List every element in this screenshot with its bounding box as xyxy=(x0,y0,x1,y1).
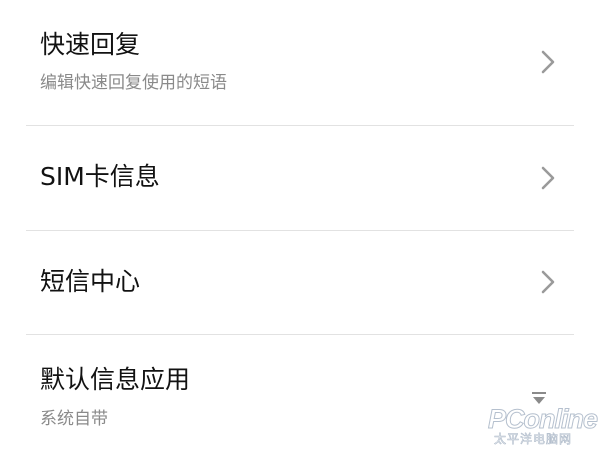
sim-info-row[interactable]: SIM卡信息 xyxy=(0,126,600,230)
pconline-watermark: PConline 太平洋电脑网 xyxy=(487,404,598,452)
chevron-right-icon xyxy=(541,50,555,74)
default-sms-app-title: 默认信息应用 xyxy=(40,365,191,394)
default-sms-app-subtitle: 系统自带 xyxy=(40,409,108,429)
sim-info-title: SIM卡信息 xyxy=(40,162,160,191)
settings-list: 快速回复 编辑快速回复使用的短语 SIM卡信息 短信中心 默认信息应用 系统自带… xyxy=(0,0,600,461)
quick-reply-subtitle: 编辑快速回复使用的短语 xyxy=(40,73,227,93)
watermark-brand: PConline xyxy=(487,404,598,435)
quick-reply-title: 快速回复 xyxy=(40,30,141,59)
chevron-right-icon xyxy=(541,166,555,190)
dropdown-triangle-icon[interactable] xyxy=(531,391,547,405)
chevron-right-icon xyxy=(541,270,555,294)
sms-center-row[interactable]: 短信中心 xyxy=(0,231,600,334)
quick-reply-row[interactable]: 快速回复 编辑快速回复使用的短语 xyxy=(0,0,600,126)
watermark-tagline: 太平洋电脑网 xyxy=(494,432,573,447)
sms-center-title: 短信中心 xyxy=(40,267,141,296)
